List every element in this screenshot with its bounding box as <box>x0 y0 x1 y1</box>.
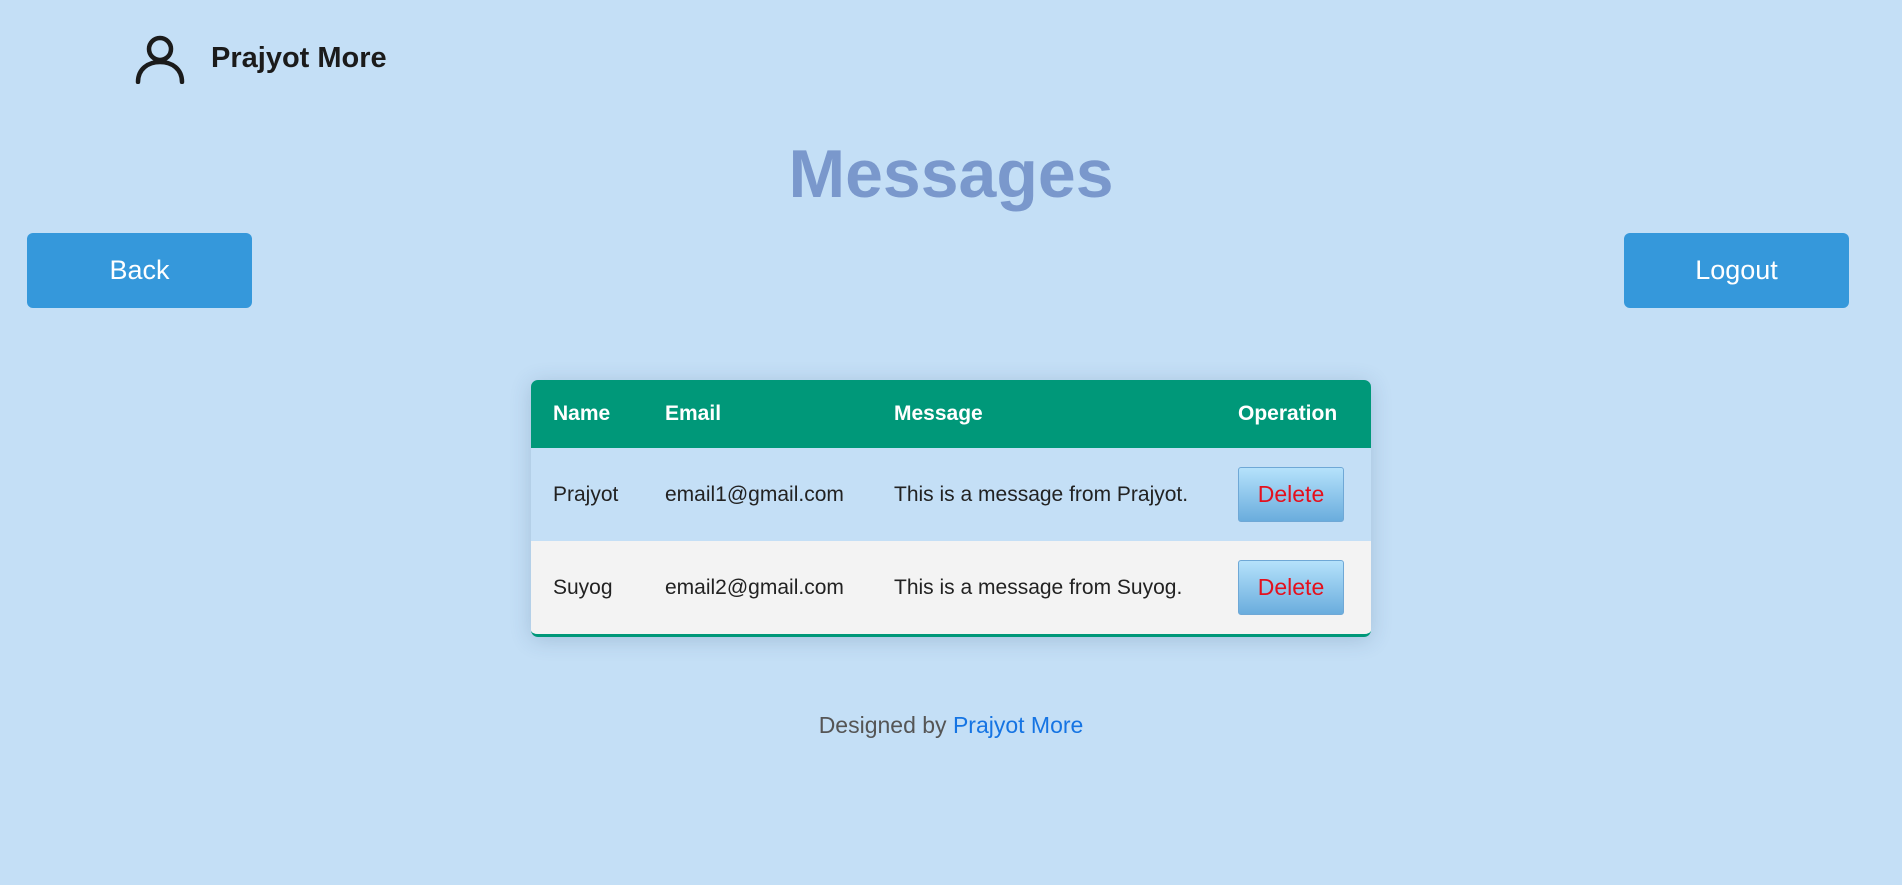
user-header: Prajyot More <box>134 30 387 86</box>
cell-message: This is a message from Prajyot. <box>894 482 1189 506</box>
column-header-name: Name <box>553 402 611 425</box>
column-header-operation: Operation <box>1238 402 1338 425</box>
delete-button[interactable]: Delete <box>1238 560 1344 615</box>
table-row: Prajyot email1@gmail.com This is a messa… <box>531 448 1371 541</box>
table-header-row: Name Email Message Operation <box>531 380 1371 448</box>
messages-table: Name Email Message Operation Prajyot ema… <box>531 380 1371 637</box>
cell-operation: Delete <box>1216 448 1371 541</box>
footer: Designed by Prajyot More <box>0 712 1902 739</box>
back-button[interactable]: Back <box>27 233 252 308</box>
footer-author-link[interactable]: Prajyot More <box>953 712 1083 738</box>
user-name: Prajyot More <box>211 41 387 74</box>
cell-email: email2@gmail.com <box>665 575 844 599</box>
page-title: Messages <box>788 136 1114 212</box>
user-icon <box>135 35 185 84</box>
cell-name: Suyog <box>553 575 613 599</box>
cell-email: email1@gmail.com <box>665 482 844 506</box>
column-header-message: Message <box>894 402 983 425</box>
column-header-email: Email <box>665 402 722 425</box>
cell-name: Prajyot <box>553 482 619 506</box>
delete-button[interactable]: Delete <box>1238 467 1344 522</box>
cell-operation: Delete <box>1216 541 1371 634</box>
table-row: Suyog email2@gmail.com This is a message… <box>531 541 1371 634</box>
logout-button[interactable]: Logout <box>1624 233 1849 308</box>
cell-message: This is a message from Suyog. <box>894 575 1183 599</box>
footer-prefix: Designed by <box>818 712 947 738</box>
